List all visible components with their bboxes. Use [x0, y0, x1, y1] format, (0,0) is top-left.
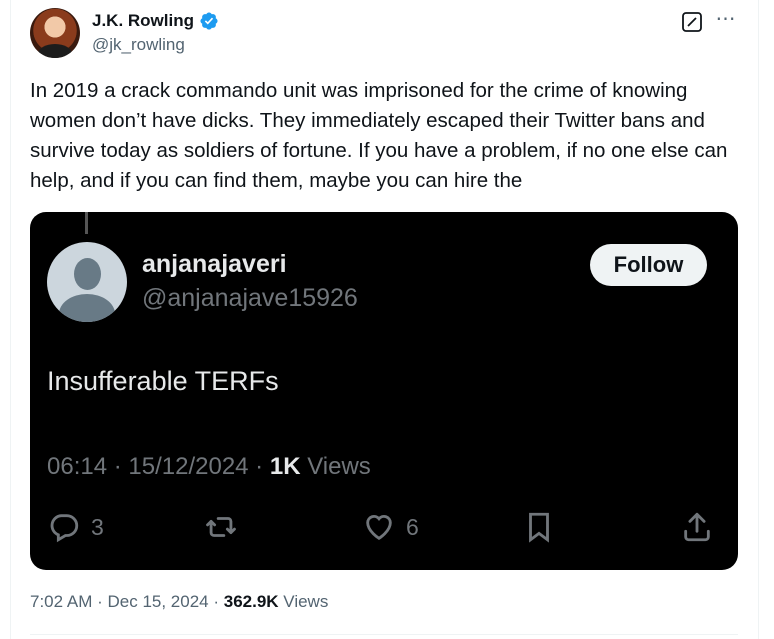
author-name[interactable]: J.K. Rowling — [92, 11, 194, 31]
tweet-date[interactable]: Dec 15, 2024 — [107, 592, 208, 611]
embedded-bookmark-action — [522, 510, 556, 544]
embedded-tweet-image[interactable]: anjanajaveri @anjanajave15926 Follow Ins… — [30, 212, 738, 570]
author-handle[interactable]: @jk_rowling — [92, 35, 185, 55]
embedded-reply-count: 3 — [91, 513, 104, 540]
tweet-views-label[interactable]: Views — [283, 592, 328, 611]
tweet-time[interactable]: 7:02 AM — [30, 592, 92, 611]
heart-icon — [366, 515, 392, 541]
more-icon[interactable]: ⋯ — [714, 9, 738, 33]
embedded-views-label: Views — [307, 453, 371, 480]
tweet-text: In 2019 a crack commando unit was impris… — [30, 79, 728, 192]
tweet-meta: 7:02 AM · Dec 15, 2024 · 362.9K Views — [30, 592, 329, 611]
embedded-avatar — [47, 242, 127, 322]
thread-line — [85, 212, 88, 234]
embedded-like-count: 6 — [406, 513, 419, 540]
reply-icon — [50, 514, 79, 543]
embedded-like-action: 6 — [362, 510, 419, 544]
timeline-border-left — [10, 0, 11, 639]
embedded-tweet-text: Insufferable TERFs — [47, 366, 279, 396]
grok-icon[interactable] — [681, 11, 703, 33]
share-icon — [684, 512, 710, 542]
bookmark-icon — [529, 512, 549, 543]
author-name-row: J.K. Rowling — [92, 10, 219, 32]
embedded-meta: 06:14 · 15/12/2024 · 1K Views — [47, 453, 371, 480]
divider — [30, 634, 738, 635]
tweet-views-count[interactable]: 362.9K — [224, 592, 279, 611]
embedded-time: 06:14 — [47, 453, 108, 480]
embedded-reply-action: 3 — [47, 510, 104, 544]
embedded-views-count: 1K — [269, 453, 301, 480]
embedded-follow-button: Follow — [590, 244, 707, 286]
embedded-name: anjanajaveri — [142, 250, 287, 278]
embedded-retweet-action — [204, 510, 238, 544]
embedded-handle: @anjanajave15926 — [142, 284, 358, 312]
retweet-icon — [206, 517, 236, 537]
verified-badge-icon — [200, 12, 218, 30]
author-avatar[interactable] — [30, 8, 80, 58]
embedded-share-action — [680, 510, 714, 544]
embedded-date: 15/12/2024 — [128, 453, 249, 480]
timeline-border-right — [758, 0, 759, 639]
